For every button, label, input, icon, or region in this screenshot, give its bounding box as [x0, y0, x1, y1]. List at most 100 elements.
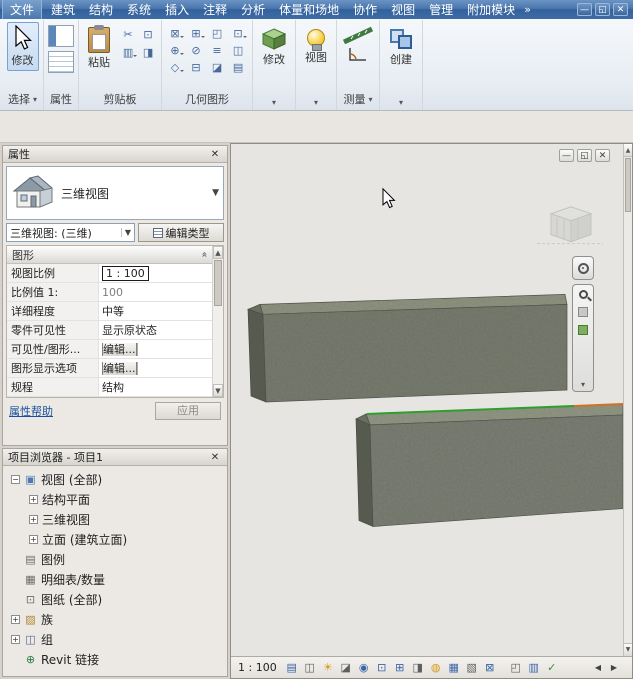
- tree-item-elevations[interactable]: + 立面 (建筑立面): [5, 529, 227, 549]
- temporary-view-properties-icon[interactable]: ▦: [446, 660, 462, 676]
- tab-manage[interactable]: 管理: [422, 0, 460, 20]
- parts-visibility-value[interactable]: 显示原状态: [99, 322, 212, 338]
- steering-wheel-button[interactable]: [572, 256, 594, 280]
- scroll-up-icon[interactable]: ▲: [624, 144, 632, 157]
- beam-lower[interactable]: [356, 404, 623, 527]
- tab-file[interactable]: 文件: [2, 0, 42, 21]
- view-minimize-button[interactable]: —: [559, 149, 574, 162]
- tree-item-revit-links[interactable]: ⊕ Revit 链接: [5, 649, 227, 669]
- tree-item-structural-plans[interactable]: + 结构平面: [5, 489, 227, 509]
- beam-system-icon[interactable]: ≡: [208, 42, 226, 58]
- viewcube-home-ghost[interactable]: [537, 207, 603, 244]
- project-browser-header[interactable]: 项目浏览器 - 项目1 ✕: [3, 449, 227, 466]
- expand-toggle[interactable]: +: [11, 635, 20, 644]
- paste-button[interactable]: 粘贴: [83, 22, 115, 73]
- tree-item-families[interactable]: + ▨ 族: [5, 609, 227, 629]
- tree-item-3d-views[interactable]: + 三维视图: [5, 509, 227, 529]
- tree-item-groups[interactable]: + ◫ 组: [5, 629, 227, 649]
- expand-toggle[interactable]: +: [29, 515, 38, 524]
- tree-item-sheets[interactable]: ⊡ 图纸 (全部): [5, 589, 227, 609]
- drawing-area[interactable]: — ◱ ✕ ▾ ▲ ▼: [230, 143, 633, 679]
- orbit-cube-icon[interactable]: [578, 325, 588, 335]
- scroll-down-icon[interactable]: ▼: [213, 384, 223, 397]
- discipline-value[interactable]: 结构: [99, 379, 212, 395]
- beam-upper[interactable]: [248, 294, 567, 402]
- expand-toggle[interactable]: +: [29, 495, 38, 504]
- expand-toggle[interactable]: +: [11, 615, 20, 624]
- show-crop-region-icon[interactable]: ⊞: [392, 660, 408, 676]
- panel-expand-modify[interactable]: ▾: [270, 97, 278, 110]
- tab-collaborate[interactable]: 协作: [346, 0, 384, 20]
- cope-icon[interactable]: ⊠: [166, 25, 184, 41]
- measure-angle-icon[interactable]: [348, 46, 368, 62]
- expand-toggle[interactable]: +: [29, 535, 38, 544]
- split-face-icon[interactable]: ◇: [166, 59, 184, 75]
- profile-icon[interactable]: ▤: [229, 59, 247, 75]
- zoom-icon[interactable]: [579, 290, 588, 299]
- minimize-button[interactable]: —: [577, 3, 592, 16]
- reveal-hidden-elements-icon[interactable]: ◍: [428, 660, 444, 676]
- scroll-left-icon[interactable]: ◀: [591, 663, 605, 672]
- apply-button[interactable]: 应用: [155, 402, 221, 420]
- view-close-button[interactable]: ✕: [595, 149, 610, 162]
- scrollbar-thumb[interactable]: [625, 158, 631, 212]
- tab-addins[interactable]: 附加模块: [460, 0, 522, 20]
- family-types-icon[interactable]: [48, 51, 74, 73]
- group-header-graphics[interactable]: 图形 «: [7, 246, 212, 264]
- tab-structure[interactable]: 结构: [82, 0, 120, 20]
- navbar-expand-icon[interactable]: ▾: [581, 380, 585, 389]
- tab-systems[interactable]: 系统: [120, 0, 158, 20]
- wall-joins-icon[interactable]: ◰: [208, 25, 226, 41]
- analytical-model-icon[interactable]: ▧: [464, 660, 480, 676]
- copy-icon[interactable]: ⊡: [139, 26, 157, 42]
- tree-item-views-all[interactable]: − ▣ 视图 (全部): [5, 469, 227, 489]
- rendering-dialog-icon[interactable]: ◉: [356, 660, 372, 676]
- type-selector[interactable]: 三维视图 ▼: [6, 166, 224, 220]
- worksharing-display-icon[interactable]: ◰: [508, 660, 524, 676]
- editable-only-icon[interactable]: ✓: [544, 660, 560, 676]
- scrollbar-thumb[interactable]: [214, 260, 222, 306]
- graphic-display-edit-button[interactable]: 编辑...: [102, 362, 137, 375]
- panel-label-measure[interactable]: 测量 ▾: [342, 90, 375, 110]
- merge-icon[interactable]: ◪: [208, 59, 226, 75]
- panel-expand-create[interactable]: ▾: [397, 97, 405, 110]
- sun-path-icon[interactable]: ☀: [320, 660, 336, 676]
- collapse-icon[interactable]: «: [198, 251, 209, 257]
- unjoin-icon[interactable]: ⊘: [187, 42, 205, 58]
- tab-massing-site[interactable]: 体量和场地: [272, 0, 346, 20]
- join-icon[interactable]: ⊞: [187, 25, 205, 41]
- tab-analyze[interactable]: 分析: [234, 0, 272, 20]
- view-scale-input[interactable]: 1 : 100: [102, 266, 149, 281]
- collapse-toggle[interactable]: −: [11, 475, 20, 484]
- measure-ruler-icon[interactable]: [341, 26, 375, 44]
- tab-annotate[interactable]: 注释: [196, 0, 234, 20]
- close-button[interactable]: ✕: [613, 3, 628, 16]
- temporary-hide-isolate-icon[interactable]: ◨: [410, 660, 426, 676]
- edit-type-button[interactable]: 编辑类型: [138, 223, 224, 242]
- panel-expand-view[interactable]: ▾: [312, 97, 320, 110]
- view-selector-combo[interactable]: 三维视图: (三维) ▼: [6, 223, 135, 242]
- tree-item-schedules[interactable]: ▦ 明细表/数量: [5, 569, 227, 589]
- restore-button[interactable]: ◱: [595, 3, 610, 16]
- close-icon[interactable]: ✕: [208, 149, 222, 160]
- properties-scrollbar[interactable]: ▲ ▼: [212, 246, 223, 397]
- cut-icon[interactable]: ✂: [119, 26, 137, 42]
- displacement-sets-icon[interactable]: ⊠: [482, 660, 498, 676]
- tab-insert[interactable]: 插入: [158, 0, 196, 20]
- demolish-icon[interactable]: ⊟: [187, 59, 205, 75]
- close-icon[interactable]: ✕: [208, 452, 222, 463]
- cut-geometry-icon[interactable]: ⊡: [229, 25, 247, 41]
- filter-icon[interactable]: ▥: [526, 660, 542, 676]
- shadows-icon[interactable]: ◪: [338, 660, 354, 676]
- scroll-right-icon[interactable]: ▶: [607, 663, 621, 672]
- pan-icon[interactable]: [578, 307, 588, 317]
- scroll-up-icon[interactable]: ▲: [213, 246, 223, 259]
- tree-item-legends[interactable]: ▤ 图例: [5, 549, 227, 569]
- panel-label-select[interactable]: 选择 ▾: [6, 90, 39, 110]
- tab-architecture[interactable]: 建筑: [44, 0, 82, 20]
- match-properties-icon[interactable]: ▥: [119, 44, 137, 60]
- scale-button[interactable]: 1 : 100: [236, 661, 282, 674]
- scroll-down-icon[interactable]: ▼: [624, 643, 632, 656]
- tab-overflow-icon[interactable]: »: [524, 3, 531, 16]
- modify-tools-button[interactable]: 修改: [257, 22, 291, 70]
